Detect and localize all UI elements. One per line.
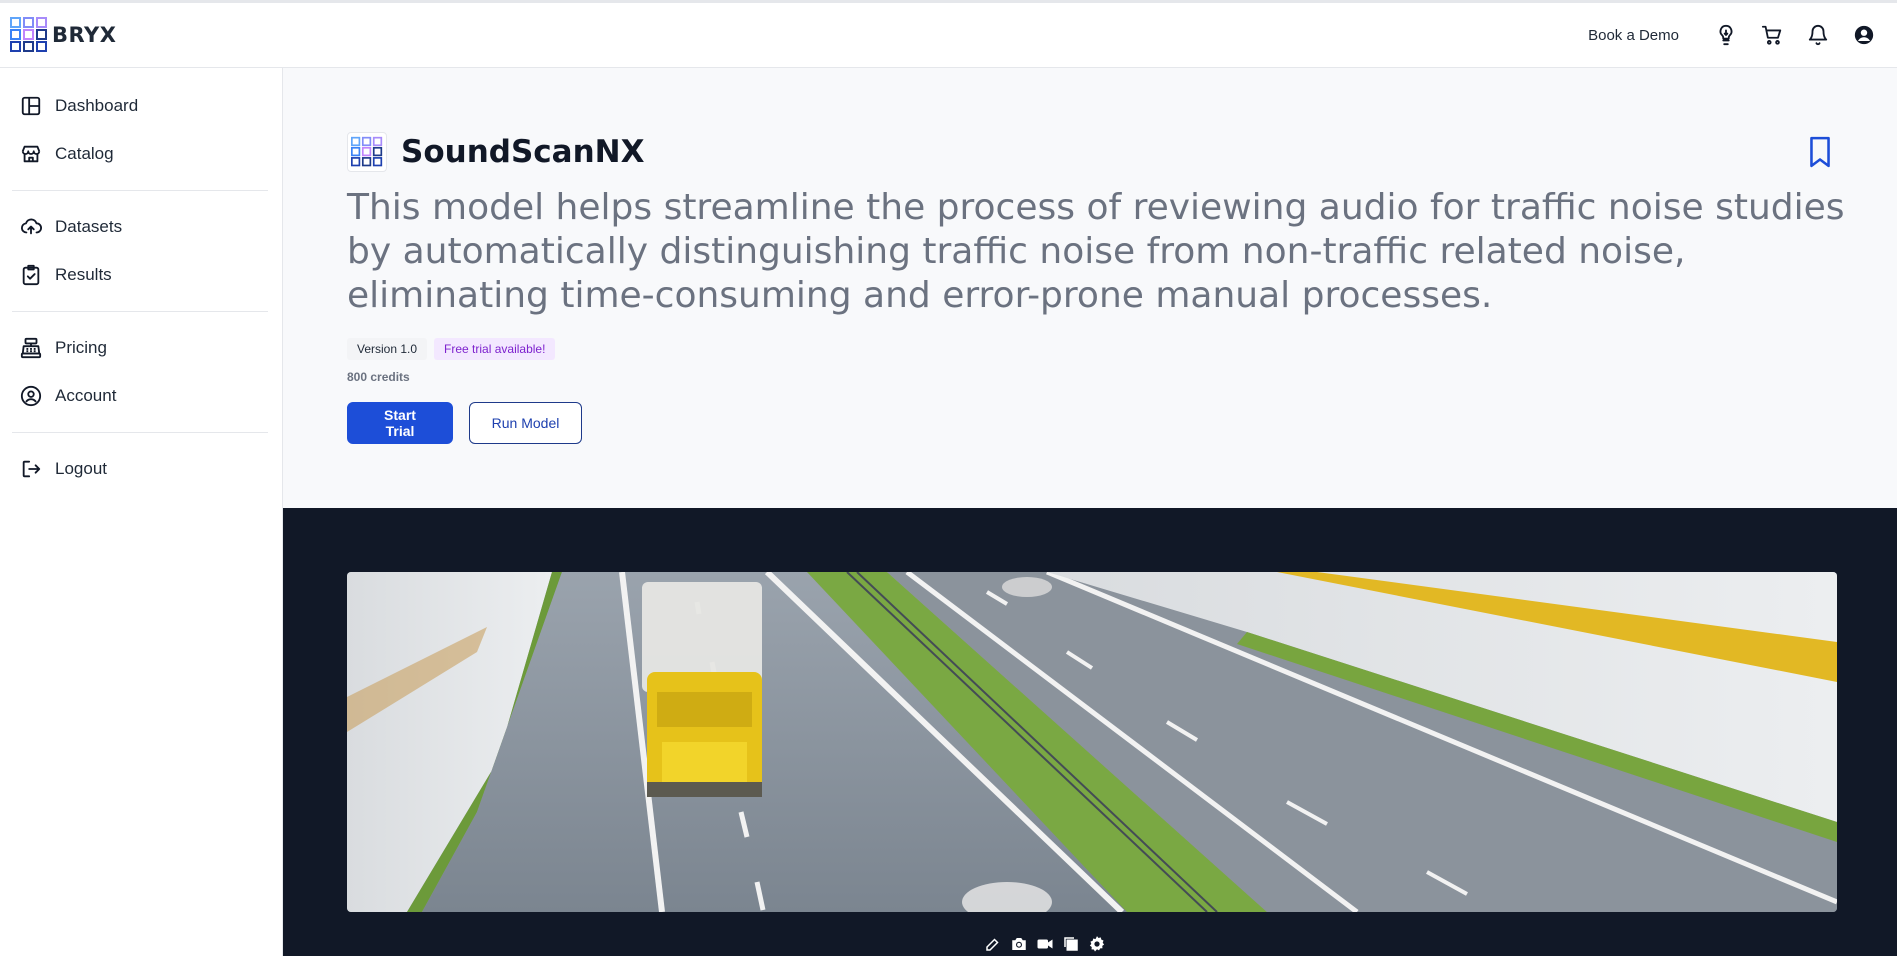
gear-icon[interactable] <box>1087 935 1107 953</box>
sidebar-item-catalog[interactable]: Catalog <box>0 130 282 178</box>
notifications-button[interactable] <box>1795 15 1841 55</box>
main-content: SoundScanNX This model helps streamline … <box>283 68 1897 956</box>
book-demo-link[interactable]: Book a Demo <box>1588 27 1679 44</box>
logout-icon <box>22 460 41 478</box>
start-trial-button[interactable]: Start Trial <box>347 402 453 444</box>
highway-image <box>347 572 1837 912</box>
cart-button[interactable] <box>1749 15 1795 55</box>
sidebar: Dashboard Catalog Datasets Results Prici… <box>0 68 283 956</box>
bookmark-icon[interactable] <box>1807 136 1833 168</box>
profile-button[interactable] <box>1841 15 1887 55</box>
lightbulb-icon <box>1719 24 1733 46</box>
top-bar: BRYX Book a Demo <box>0 0 1897 68</box>
model-logo <box>347 132 387 172</box>
cash-register-icon <box>20 337 42 359</box>
sidebar-item-dashboard[interactable]: Dashboard <box>0 82 282 130</box>
model-hero: SoundScanNX This model helps streamline … <box>283 68 1897 508</box>
sidebar-divider <box>12 311 268 312</box>
user-circle-icon <box>1854 25 1874 45</box>
model-actions: Start Trial Run Model <box>347 402 582 444</box>
sidebar-item-results[interactable]: Results <box>0 251 282 299</box>
cloud-upload-icon <box>20 218 42 235</box>
user-circle-icon <box>20 385 42 407</box>
model-header: SoundScanNX <box>347 132 645 172</box>
edit-icon[interactable] <box>983 935 1003 953</box>
camera-icon[interactable] <box>1009 935 1029 953</box>
top-actions: Book a Demo <box>1588 15 1887 55</box>
sidebar-item-label: Catalog <box>55 144 114 163</box>
sidebar-item-logout[interactable]: Logout <box>0 445 282 493</box>
model-title: SoundScanNX <box>401 134 645 170</box>
model-badges: Version 1.0 Free trial available! <box>347 338 556 360</box>
sidebar-item-label: Datasets <box>55 217 123 236</box>
dashboard-icon <box>21 96 41 116</box>
brand-name: BRYX <box>52 23 117 47</box>
sidebar-item-label: Pricing <box>55 338 107 357</box>
copy-icon[interactable] <box>1061 935 1081 953</box>
sidebar-divider <box>12 190 268 191</box>
media-toolbar <box>979 932 1111 956</box>
sidebar-divider <box>12 432 268 433</box>
bell-icon <box>1808 25 1828 46</box>
sidebar-item-label: Results <box>55 265 112 284</box>
model-description: This model helps streamline the process … <box>347 187 1845 316</box>
model-media-section <box>283 508 1897 956</box>
version-badge: Version 1.0 <box>347 338 428 360</box>
lightbulb-button[interactable] <box>1703 15 1749 55</box>
sidebar-item-label: Logout <box>55 459 107 478</box>
sidebar-item-label: Account <box>55 386 117 405</box>
brand[interactable]: BRYX <box>10 17 116 53</box>
sidebar-item-account[interactable]: Account <box>0 372 282 420</box>
bryx-logo-icon <box>10 17 47 52</box>
sidebar-item-pricing[interactable]: Pricing <box>0 324 282 372</box>
video-icon[interactable] <box>1035 935 1055 953</box>
model-logo-icon <box>351 136 383 167</box>
sidebar-item-datasets[interactable]: Datasets <box>0 203 282 251</box>
clipboard-check-icon <box>22 264 40 286</box>
credits-label: 800 credits <box>347 370 410 384</box>
model-banner-image <box>347 572 1837 912</box>
run-model-button[interactable]: Run Model <box>469 402 582 444</box>
cart-icon <box>1761 25 1782 45</box>
sidebar-item-label: Dashboard <box>55 96 139 115</box>
free-trial-badge: Free trial available! <box>434 338 556 360</box>
store-icon <box>21 145 41 163</box>
